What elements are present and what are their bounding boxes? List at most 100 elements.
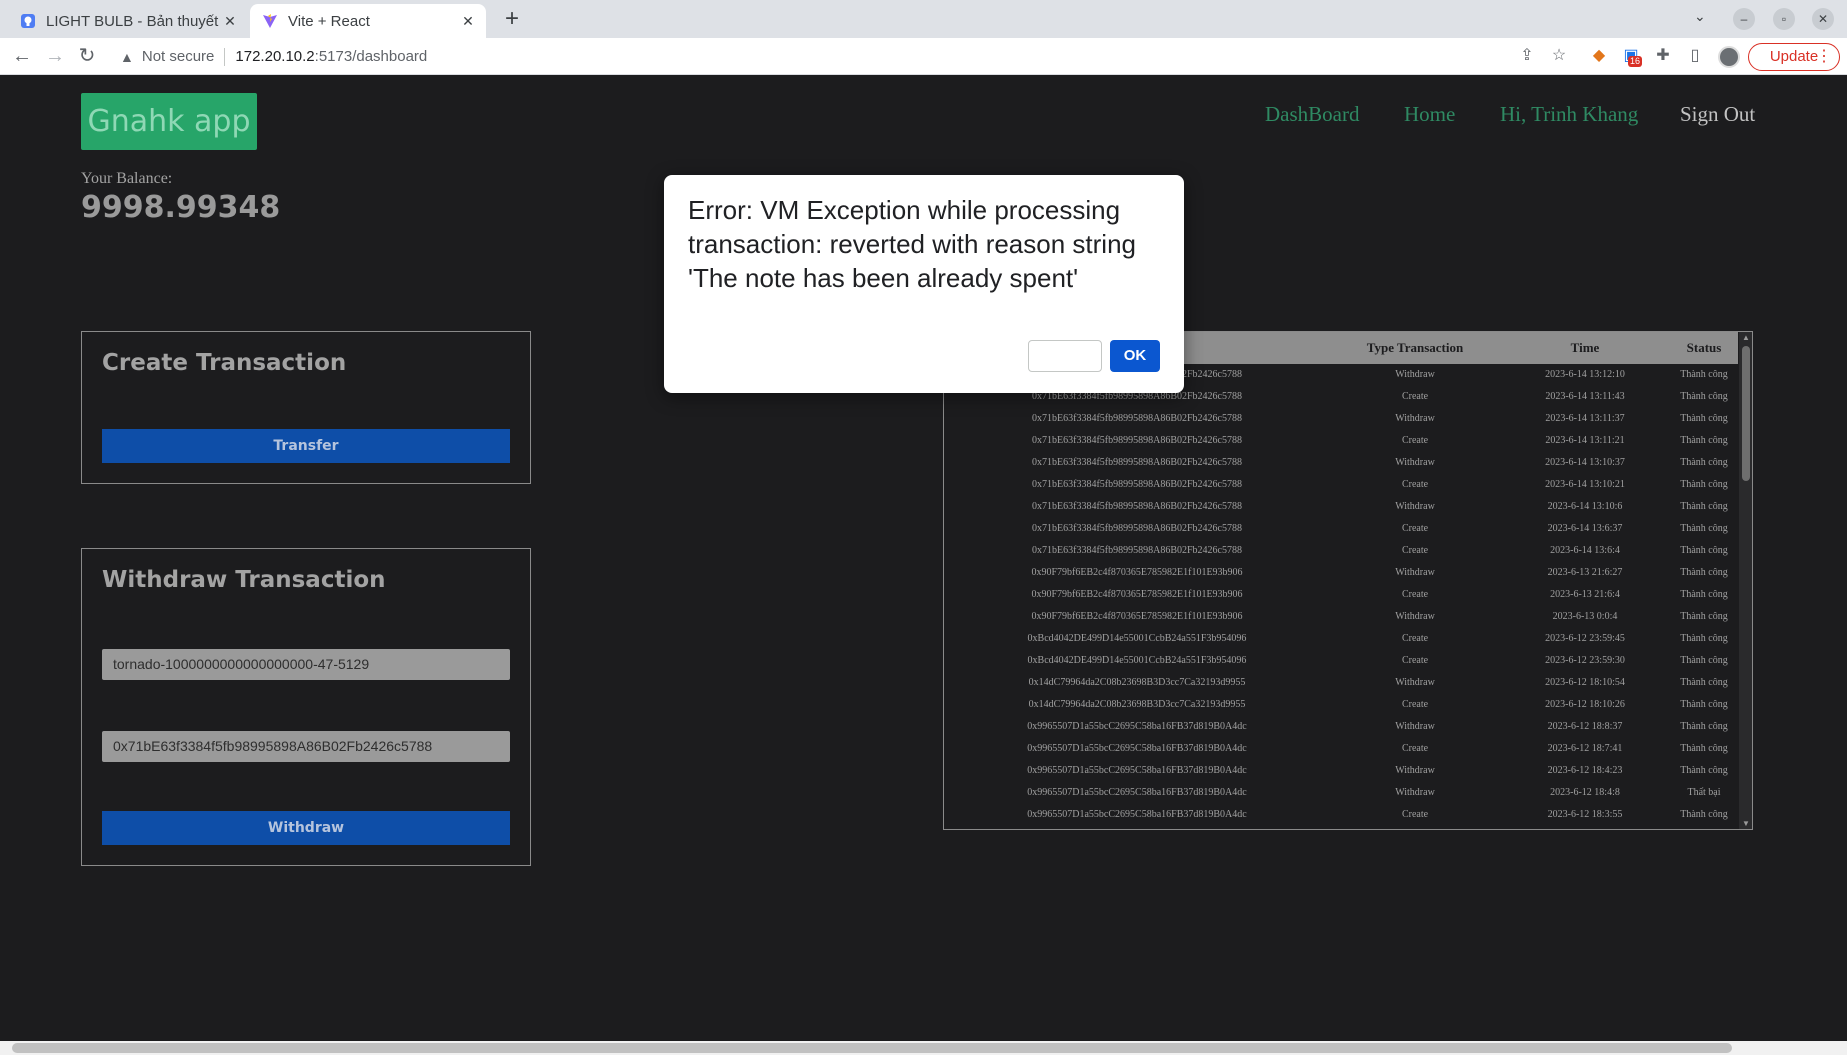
warning-triangle-icon[interactable]: ▲ bbox=[120, 49, 134, 65]
column-header-status: Status bbox=[1686, 340, 1722, 355]
table-row[interactable]: 0x9965507D1a55bcC2695C58ba16FB37d819B0A4… bbox=[944, 738, 1738, 760]
nav-sign-out[interactable]: Sign Out bbox=[1680, 102, 1755, 127]
cell-time: 2023-6-12 18:4:23 bbox=[1547, 765, 1623, 776]
column-header-type: Type Transaction bbox=[1366, 340, 1464, 355]
table-row[interactable]: 0x71bE63f3384f5fb98995898A86B02Fb2426c57… bbox=[944, 430, 1738, 452]
transactions-table[interactable]: Type Transaction Time Status 0x71bE63f33… bbox=[943, 331, 1753, 830]
cell-time: 2023-6-13 21:6:27 bbox=[1547, 567, 1623, 578]
table-row[interactable]: 0x9965507D1a55bcC2695C58ba16FB37d819B0A4… bbox=[944, 804, 1738, 826]
cell-status: Thành công bbox=[1680, 479, 1728, 490]
scroll-down-icon[interactable]: ▼ bbox=[1740, 819, 1752, 828]
cell-time: 2023-6-14 13:10:37 bbox=[1545, 457, 1625, 468]
cell-status: Thành công bbox=[1680, 589, 1728, 600]
menu-dots-icon[interactable]: ⋮ bbox=[1816, 46, 1832, 66]
table-row[interactable]: 0x90F79bf6EB2c4f870365E785982E1f101E93b9… bbox=[944, 584, 1738, 606]
cell-type: Withdraw bbox=[1395, 721, 1435, 732]
restore-window-button[interactable]: ▫ bbox=[1773, 8, 1795, 30]
table-row[interactable]: 0x9965507D1a55bcC2695C58ba16FB37d819B0A4… bbox=[944, 716, 1738, 738]
cell-address: 0x9965507D1a55bcC2695C58ba16FB37d819B0A4… bbox=[1027, 743, 1247, 754]
table-row[interactable]: 0x14dC79964da2C08b23698B3D3cc7Ca32193d99… bbox=[944, 694, 1738, 716]
recipient-address-field[interactable]: 0x71bE63f3384f5fb98995898A86B02Fb2426c57… bbox=[102, 731, 510, 762]
tab-light-bulb[interactable]: LIGHT BULB - Bản thuyết ✕ bbox=[8, 4, 248, 38]
fox-icon[interactable]: ◆ bbox=[1589, 46, 1609, 66]
scrollbar-thumb[interactable] bbox=[1742, 346, 1750, 481]
cell-type: Create bbox=[1401, 655, 1429, 666]
not-secure-label[interactable]: Not secure bbox=[142, 48, 215, 65]
cell-status: Thành công bbox=[1680, 391, 1728, 402]
cell-type: Withdraw bbox=[1395, 611, 1435, 622]
nav-dashboard[interactable]: DashBoard bbox=[1265, 102, 1359, 127]
scroll-up-icon[interactable]: ▲ bbox=[1740, 333, 1752, 342]
side-panel-icon[interactable]: ▯ bbox=[1685, 46, 1705, 66]
app-logo[interactable]: Gnahk app bbox=[81, 93, 257, 150]
cell-status: Thành công bbox=[1680, 457, 1728, 468]
cell-status: Thành công bbox=[1680, 765, 1728, 776]
cell-type: Create bbox=[1401, 589, 1429, 600]
nav-user-greeting[interactable]: Hi, Trinh Khang bbox=[1500, 102, 1638, 127]
transfer-button[interactable]: Transfer bbox=[102, 429, 510, 463]
column-header-time: Time bbox=[1570, 340, 1600, 355]
table-row[interactable]: 0x90F79bf6EB2c4f870365E785982E1f101E93b9… bbox=[944, 562, 1738, 584]
table-row[interactable]: 0x71bE63f3384f5fb98995898A86B02Fb2426c57… bbox=[944, 452, 1738, 474]
reload-icon[interactable]: ↻ bbox=[75, 44, 99, 68]
back-arrow-icon[interactable]: ← bbox=[10, 44, 34, 68]
cell-address: 0x71bE63f3384f5fb98995898A86B02Fb2426c57… bbox=[1032, 545, 1242, 556]
address-bar[interactable]: ▲ Not secure 172.20.10.2:5173/dashboard bbox=[108, 41, 1528, 72]
new-tab-button[interactable]: + bbox=[498, 6, 526, 34]
table-row[interactable]: 0x90F79bf6EB2c4f870365E785982E1f101E93b9… bbox=[944, 606, 1738, 628]
minimize-window-button[interactable]: – bbox=[1733, 8, 1755, 30]
cell-type: Withdraw bbox=[1395, 677, 1435, 688]
cell-time: 2023-6-14 13:12:10 bbox=[1545, 369, 1625, 380]
nav-home[interactable]: Home bbox=[1404, 102, 1455, 127]
close-window-button[interactable]: ✕ bbox=[1812, 8, 1834, 30]
cell-type: Create bbox=[1401, 523, 1429, 534]
ok-button[interactable]: OK bbox=[1110, 340, 1160, 372]
table-row[interactable]: 0x71bE63f3384f5fb98995898A86B02Fb2426c57… bbox=[944, 518, 1738, 540]
cell-time: 2023-6-13 0:0:4 bbox=[1552, 611, 1618, 622]
cell-address: 0x14dC79964da2C08b23698B3D3cc7Ca32193d99… bbox=[1028, 699, 1246, 710]
cell-time: 2023-6-12 18:7:41 bbox=[1547, 743, 1623, 754]
avatar[interactable] bbox=[1718, 46, 1740, 68]
scrollbar-thumb[interactable] bbox=[12, 1043, 1732, 1053]
tab-search-chevron-icon[interactable]: ⌄ bbox=[1694, 8, 1706, 25]
cell-type: Withdraw bbox=[1395, 787, 1435, 798]
tab-title: Vite + React bbox=[288, 12, 370, 30]
close-tab-icon[interactable]: ✕ bbox=[220, 13, 240, 30]
browser-toolbar: ← → ↻ ▲ Not secure 172.20.10.2:5173/dash… bbox=[0, 38, 1847, 75]
cell-address: 0x90F79bf6EB2c4f870365E785982E1f101E93b9… bbox=[1031, 567, 1243, 578]
cell-time: 2023-6-14 13:6:37 bbox=[1547, 523, 1623, 534]
cell-address: 0x14dC79964da2C08b23698B3D3cc7Ca32193d99… bbox=[1028, 677, 1246, 688]
table-row[interactable]: 0x71bE63f3384f5fb98995898A86B02Fb2426c57… bbox=[944, 474, 1738, 496]
puzzle-icon[interactable]: ✚ bbox=[1653, 46, 1673, 66]
table-row[interactable]: 0x9965507D1a55bcC2695C58ba16FB37d819B0A4… bbox=[944, 782, 1738, 804]
note-field[interactable]: tornado-1000000000000000000-47-5129 bbox=[102, 649, 510, 680]
table-row[interactable]: 0xBcd4042DE499D14e55001CcbB24a551F3b9540… bbox=[944, 650, 1738, 672]
share-icon[interactable]: ⇪ bbox=[1517, 46, 1537, 66]
forward-arrow-icon[interactable]: → bbox=[43, 44, 67, 68]
close-tab-icon[interactable]: ✕ bbox=[458, 13, 478, 30]
tab-strip: LIGHT BULB - Bản thuyết ✕ Vite + React ✕… bbox=[0, 0, 1847, 38]
table-scrollbar[interactable]: ▲ ▼ bbox=[1739, 332, 1752, 829]
cell-status: Thành công bbox=[1680, 743, 1728, 754]
table-row[interactable]: 0x71bE63f3384f5fb98995898A86B02Fb2426c57… bbox=[944, 540, 1738, 562]
cell-type: Withdraw bbox=[1395, 369, 1435, 380]
withdraw-button[interactable]: Withdraw bbox=[102, 811, 510, 845]
cell-type: Withdraw bbox=[1395, 501, 1435, 512]
star-icon[interactable]: ☆ bbox=[1549, 46, 1569, 66]
cell-type: Create bbox=[1401, 633, 1429, 644]
cell-type: Create bbox=[1401, 435, 1429, 446]
table-row[interactable]: 0x71bE63f3384f5fb98995898A86B02Fb2426c57… bbox=[944, 496, 1738, 518]
cell-status: Thành công bbox=[1680, 501, 1728, 512]
dialog-secondary-button[interactable] bbox=[1028, 340, 1102, 372]
page-horizontal-scrollbar[interactable] bbox=[0, 1041, 1847, 1055]
cell-time: 2023-6-13 21:6:4 bbox=[1550, 589, 1620, 600]
cell-time: 2023-6-12 23:59:30 bbox=[1545, 655, 1625, 666]
table-row[interactable]: 0x14dC79964da2C08b23698B3D3cc7Ca32193d99… bbox=[944, 672, 1738, 694]
tab-vite-react[interactable]: Vite + React ✕ bbox=[250, 4, 486, 38]
table-row[interactable]: 0xBcd4042DE499D14e55001CcbB24a551F3b9540… bbox=[944, 628, 1738, 650]
table-row[interactable]: 0x9965507D1a55bcC2695C58ba16FB37d819B0A4… bbox=[944, 760, 1738, 782]
table-row[interactable]: 0x71bE63f3384f5fb98995898A86B02Fb2426c57… bbox=[944, 408, 1738, 430]
cell-time: 2023-6-12 18:8:37 bbox=[1547, 721, 1623, 732]
cell-status: Thành công bbox=[1680, 611, 1728, 622]
cell-type: Withdraw bbox=[1395, 413, 1435, 424]
